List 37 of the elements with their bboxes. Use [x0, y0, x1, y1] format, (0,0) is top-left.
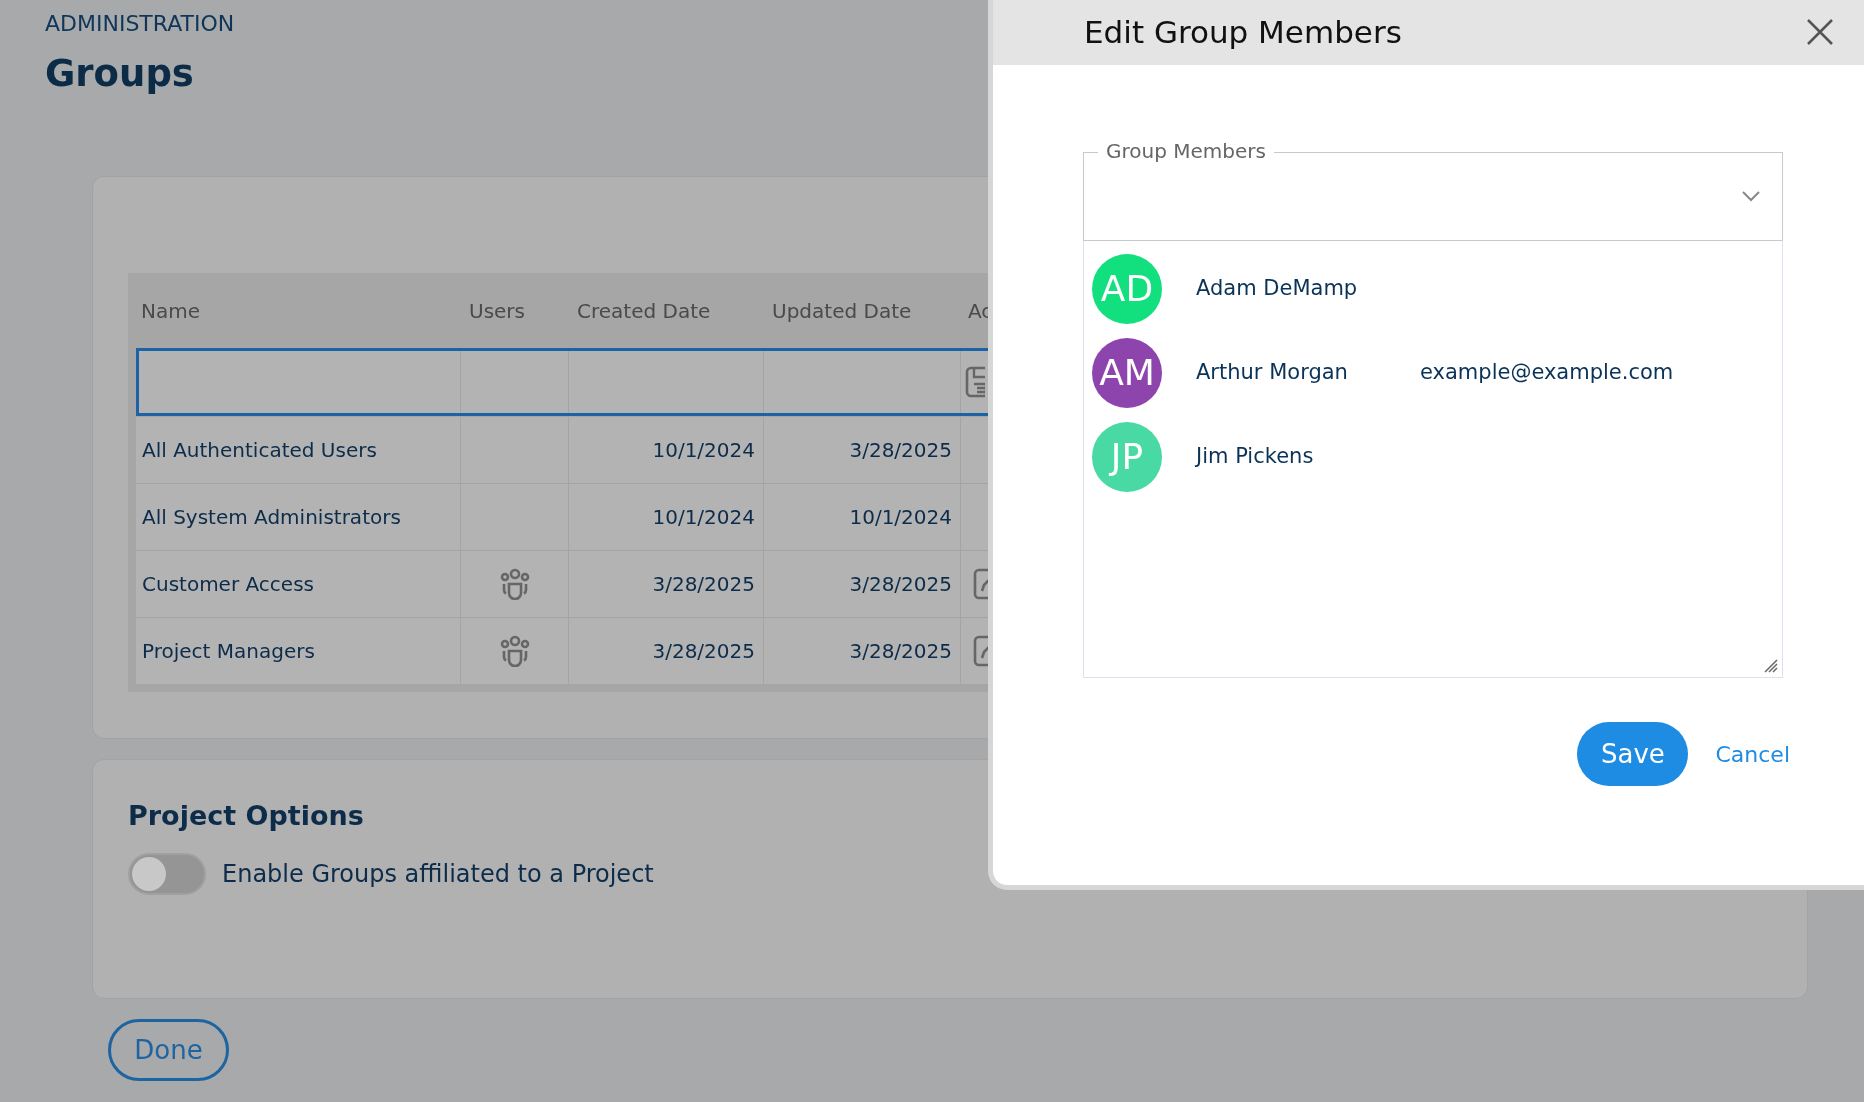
table-cell: Customer Access [136, 551, 461, 619]
group-icon[interactable] [498, 635, 531, 668]
floppy-disk-icon[interactable] [965, 365, 985, 400]
column-header: Created Date [577, 297, 711, 325]
avatar: JP [1092, 422, 1162, 492]
table-cell: 10/1/2024 [569, 417, 764, 485]
table-cell: 3/28/2025 [569, 551, 764, 619]
table-cell: 3/28/2025 [764, 551, 961, 619]
table-cell: 10/1/2024 [764, 484, 961, 552]
section-label: ADMINISTRATION [45, 12, 235, 37]
table-cell: All Authenticated Users [136, 417, 461, 485]
toggle-switch[interactable] [128, 852, 206, 895]
cancel-link[interactable]: Cancel [1715, 737, 1790, 771]
member-name[interactable]: Arthur Morgan [1196, 357, 1420, 389]
avatar: AM [1092, 338, 1162, 408]
column-header: Name [141, 297, 200, 325]
column-header: Users [469, 297, 525, 325]
close-icon[interactable] [1806, 18, 1834, 46]
resize-handle-icon[interactable] [1764, 659, 1778, 673]
group-icon[interactable] [498, 568, 531, 601]
save-button[interactable]: Save [1577, 722, 1689, 786]
table-cell: 3/28/2025 [764, 618, 961, 686]
table-cell: 3/28/2025 [569, 618, 764, 686]
chevron-down-icon [1742, 191, 1760, 202]
member-name[interactable]: Jim Pickens [1196, 441, 1420, 473]
section-title: Project Options [128, 800, 365, 833]
avatar: AD [1092, 254, 1162, 324]
column-header: Updated Date [772, 297, 912, 325]
toggle-label: Enable Groups affiliated to a Project [222, 858, 654, 890]
table-cell: 10/1/2024 [569, 484, 764, 552]
member-email: example@example.com [1420, 359, 1674, 387]
member-name[interactable]: Adam DeMamp [1196, 273, 1420, 305]
panel-title: Edit Group Members [1084, 13, 1402, 53]
table-cell: 3/28/2025 [764, 417, 961, 485]
table-cell: Project Managers [136, 618, 461, 686]
page-title: Groups [45, 52, 195, 97]
table-cell: All System Administrators [136, 484, 461, 552]
